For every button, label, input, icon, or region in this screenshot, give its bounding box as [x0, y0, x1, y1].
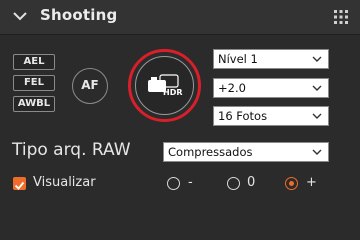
panel-title: Shooting	[40, 6, 118, 24]
panel-header[interactable]: Shooting	[0, 0, 360, 35]
fel-button[interactable]: FEL	[13, 75, 55, 91]
grid-menu-icon[interactable]	[333, 9, 349, 25]
hdr-camera-icon: HDR	[148, 74, 183, 97]
raw-type-label: Tipo arq. RAW	[12, 140, 131, 160]
af-button[interactable]: AF	[72, 68, 108, 104]
exposure-select[interactable]: +2.0	[213, 78, 329, 98]
chevron-down-icon	[312, 149, 322, 155]
chevron-down-icon	[312, 113, 322, 119]
awbl-button[interactable]: AWBL	[13, 96, 55, 112]
preview-checkbox[interactable]	[13, 177, 26, 190]
radio-plus[interactable]	[285, 177, 298, 190]
hdr-button[interactable]: HDR	[135, 56, 194, 115]
chevron-down-icon[interactable]	[12, 8, 28, 24]
preview-label: Visualizar	[33, 175, 96, 190]
level-select[interactable]: Nível 1	[213, 49, 329, 69]
chevron-down-icon	[312, 85, 322, 91]
radio-minus[interactable]	[167, 177, 180, 190]
radio-plus-label: +	[306, 175, 317, 190]
radio-zero-label: 0	[247, 175, 256, 190]
chevron-down-icon	[312, 56, 322, 62]
photos-select-value: 16 Fotos	[218, 109, 268, 123]
exposure-select-value: +2.0	[218, 81, 246, 95]
raw-type-select-value: Compressados	[168, 145, 253, 159]
ael-button[interactable]: AEL	[13, 54, 55, 70]
raw-type-select[interactable]: Compressados	[163, 142, 329, 162]
hdr-icon-text: HDR	[163, 88, 183, 97]
radio-zero[interactable]	[227, 177, 240, 190]
photos-select[interactable]: 16 Fotos	[213, 106, 329, 126]
checkmark-icon	[14, 181, 25, 190]
level-select-value: Nível 1	[218, 52, 258, 66]
radio-minus-label: -	[188, 175, 193, 190]
